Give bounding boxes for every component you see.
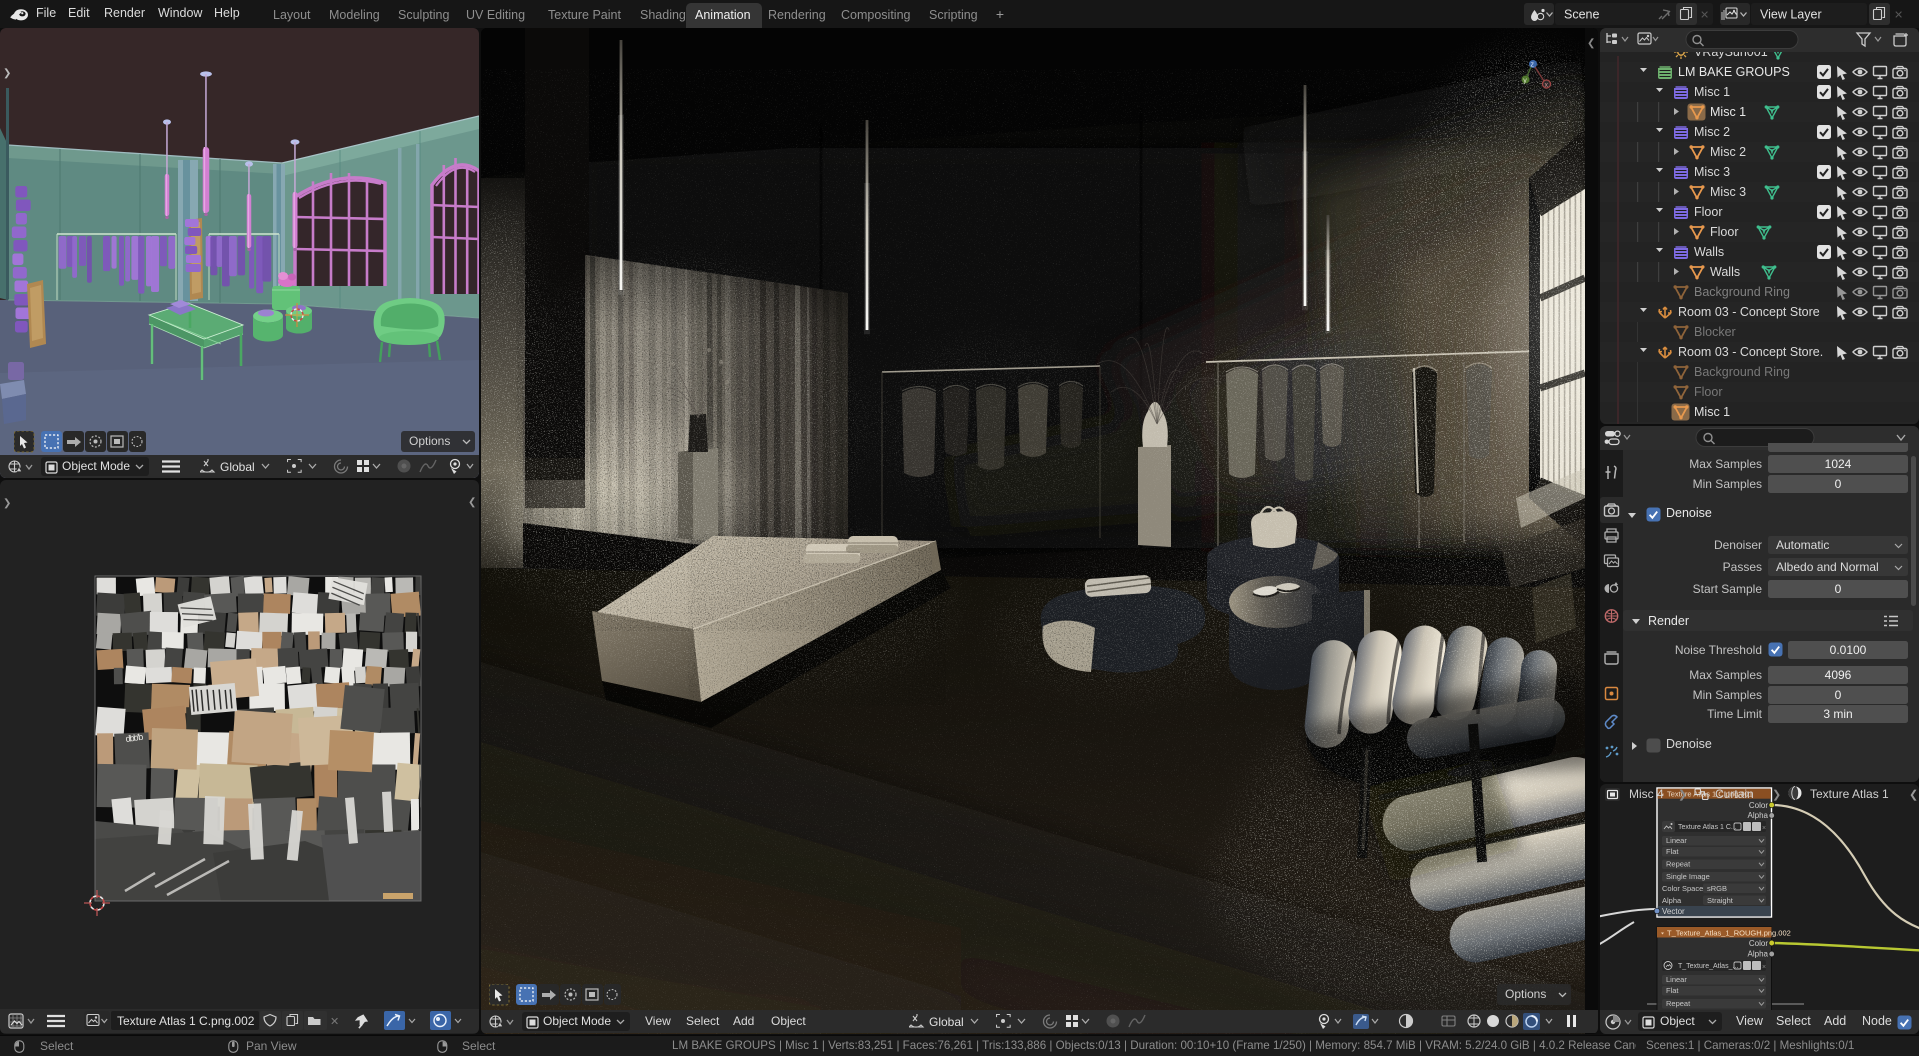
svg-text:Misc 3: Misc 3 (1694, 165, 1730, 179)
svg-text:View Layer: View Layer (1760, 8, 1822, 22)
svg-text:Global: Global (220, 460, 255, 474)
svg-text:Repeat: Repeat (1666, 999, 1691, 1008)
svg-text:✕: ✕ (1894, 10, 1903, 22)
svg-text:❮: ❮ (1587, 38, 1595, 49)
svg-text:Single Image: Single Image (1666, 872, 1710, 881)
svg-text:Texture Atlas 1 C...: Texture Atlas 1 C... (1678, 824, 1737, 831)
svg-text:Linear: Linear (1666, 975, 1687, 984)
svg-text:Color: Color (1749, 939, 1768, 948)
svg-text:VRaySun001: VRaySun001 (1694, 52, 1768, 59)
svg-text:❯: ❯ (1772, 789, 1781, 801)
svg-text:✕: ✕ (330, 1016, 339, 1028)
svg-text:Alpha: Alpha (1748, 811, 1769, 820)
svg-text:Straight: Straight (1707, 896, 1734, 905)
svg-text:Floor: Floor (1694, 385, 1722, 399)
svg-text:Texture Atlas 1 C.png.002: Texture Atlas 1 C.png.002 (117, 1014, 255, 1028)
svg-text:Misc 2: Misc 2 (1710, 145, 1746, 159)
svg-text:Room 03 - Concept Store: Room 03 - Concept Store (1678, 305, 1820, 319)
svg-text:sRGB: sRGB (1707, 884, 1727, 893)
svg-text:Floor: Floor (1694, 205, 1722, 219)
svg-text:LM BAKE GROUPS: LM BAKE GROUPS (1678, 65, 1790, 79)
svg-text:Color Space: Color Space (1662, 884, 1703, 893)
svg-text:❮: ❮ (468, 497, 476, 508)
svg-text:Misc 1: Misc 1 (1694, 405, 1730, 419)
svg-text:❯: ❯ (3, 68, 11, 79)
svg-text:Linear: Linear (1666, 836, 1687, 845)
svg-text:Walls: Walls (1710, 265, 1740, 279)
svg-text:Curtain: Curtain (1715, 787, 1754, 801)
svg-text:Vector: Vector (1662, 907, 1685, 916)
svg-text:Floor: Floor (1710, 225, 1738, 239)
svg-text:Misc 1: Misc 1 (1694, 85, 1730, 99)
svg-text:Blocker: Blocker (1694, 325, 1736, 339)
svg-text:y: y (1523, 77, 1527, 84)
svg-text:Flat: Flat (1666, 847, 1679, 856)
svg-text:❯: ❯ (1678, 789, 1687, 801)
svg-text:❯: ❯ (3, 498, 11, 509)
svg-text:×: × (1762, 964, 1766, 971)
svg-text:×: × (1762, 825, 1766, 832)
svg-text:Repeat: Repeat (1666, 860, 1691, 869)
svg-text:T_Texture_Atlas_1_ROUGH.png.00: T_Texture_Atlas_1_ROUGH.png.002 (1667, 929, 1791, 938)
svg-text:Background Ring: Background Ring (1694, 365, 1790, 379)
svg-text:Misc 4: Misc 4 (1629, 787, 1664, 801)
svg-text:Misc 2: Misc 2 (1694, 125, 1730, 139)
svg-text:Scene: Scene (1564, 8, 1599, 22)
svg-text:Global: Global (929, 1015, 964, 1029)
svg-text:Flat: Flat (1666, 986, 1679, 995)
svg-text:Color: Color (1749, 801, 1768, 810)
svg-text:Misc 1: Misc 1 (1710, 105, 1746, 119)
svg-text:❮: ❮ (1909, 789, 1918, 801)
svg-text:✕: ✕ (1700, 10, 1709, 22)
svg-text:Room 03 - Concept Store.: Room 03 - Concept Store. (1678, 345, 1823, 359)
svg-text:Alpha: Alpha (1748, 950, 1769, 959)
svg-text:Texture Atlas 1: Texture Atlas 1 (1810, 787, 1889, 801)
svg-text:Misc 3: Misc 3 (1710, 185, 1746, 199)
svg-text:Background Ring: Background Ring (1694, 285, 1790, 299)
svg-text:x: x (1545, 82, 1549, 89)
svg-text:Walls: Walls (1694, 245, 1724, 259)
svg-text:Alpha: Alpha (1662, 896, 1682, 905)
svg-text:T_Texture_Atlas_...: T_Texture_Atlas_... (1678, 963, 1738, 970)
